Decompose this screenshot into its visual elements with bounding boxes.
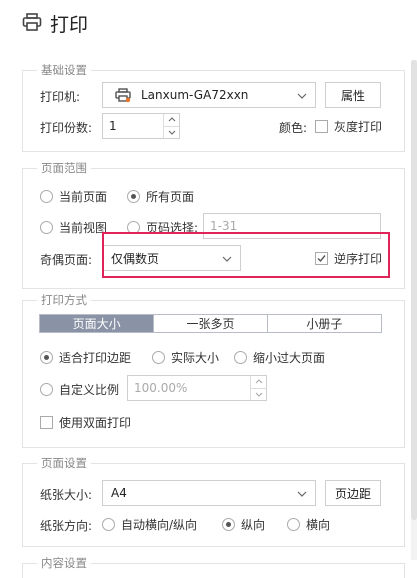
grayscale-checkbox[interactable]: 灰度打印 xyxy=(315,118,382,135)
radio-current-view[interactable]: 当前视图 xyxy=(40,219,107,236)
radio-fit-margin-label: 适合打印边距 xyxy=(59,351,132,365)
radio-fit-margin-circle[interactable] xyxy=(40,351,53,364)
radio-landscape[interactable]: 横向 xyxy=(287,516,330,533)
printer-small-icon xyxy=(115,88,131,106)
grayscale-check-box[interactable] xyxy=(315,120,328,133)
radio-shrink-large-circle[interactable] xyxy=(234,351,247,364)
radio-auto-orientation-circle[interactable] xyxy=(102,518,115,531)
radio-portrait-label: 纵向 xyxy=(241,518,266,532)
odd-even-label: 奇偶页面: xyxy=(40,253,93,267)
content-settings-group: 内容设置 xyxy=(22,556,405,578)
printer-select-value: Lanxum-GA72xxn xyxy=(141,88,249,102)
radio-current-view-circle[interactable] xyxy=(40,221,53,234)
radio-current-page[interactable]: 当前页面 xyxy=(40,188,107,205)
duplex-checkbox[interactable]: 使用双面打印 xyxy=(40,414,131,431)
orientation-label: 纸张方向: xyxy=(40,519,93,533)
radio-shrink-large-label: 缩小过大页面 xyxy=(253,351,326,365)
custom-scale-stepper[interactable]: 100.00% xyxy=(127,375,267,401)
printer-label: 打印机: xyxy=(40,90,81,104)
page-setup-legend: 页面设置 xyxy=(37,456,91,470)
radio-actual-size-circle[interactable] xyxy=(152,351,165,364)
copies-stepper[interactable]: 1 xyxy=(102,113,180,139)
chevron-down-icon xyxy=(297,88,307,102)
scale-decrement-button[interactable] xyxy=(251,389,266,401)
duplex-label: 使用双面打印 xyxy=(59,416,132,430)
custom-scale-spin[interactable] xyxy=(250,376,266,400)
tab-multi-page[interactable]: 一张多页 xyxy=(154,315,268,332)
print-mode-tabs: 页面大小 一张多页 小册子 xyxy=(39,314,382,333)
radio-auto-orientation[interactable]: 自动横向/纵向 xyxy=(102,516,197,533)
paper-size-label: 纸张大小: xyxy=(40,488,93,502)
radio-custom-scale[interactable]: 自定义比例 xyxy=(40,381,119,398)
radio-all-pages[interactable]: 所有页面 xyxy=(127,188,194,205)
color-label: 颜色: xyxy=(279,121,308,135)
radio-fit-margin[interactable]: 适合打印边距 xyxy=(40,349,131,366)
chevron-down-icon xyxy=(297,486,307,500)
radio-actual-size-label: 实际大小 xyxy=(171,351,220,365)
scale-increment-button[interactable] xyxy=(251,376,266,389)
grayscale-label: 灰度打印 xyxy=(334,120,383,134)
radio-all-pages-label: 所有页面 xyxy=(146,190,195,204)
copies-label: 打印份数: xyxy=(40,121,93,135)
page-select-placeholder: 1-31 xyxy=(210,219,238,233)
print-mode-legend: 打印方式 xyxy=(37,293,91,307)
radio-all-pages-circle[interactable] xyxy=(127,190,140,203)
radio-shrink-large[interactable]: 缩小过大页面 xyxy=(234,349,325,366)
copies-decrement-button[interactable] xyxy=(164,127,179,139)
paper-size-value: A4 xyxy=(111,486,127,500)
copies-value: 1 xyxy=(109,119,117,133)
radio-custom-scale-circle[interactable] xyxy=(40,383,53,396)
radio-current-page-label: 当前页面 xyxy=(59,190,108,204)
printer-properties-button[interactable]: 属性 xyxy=(325,82,381,108)
radio-auto-orientation-label: 自动横向/纵向 xyxy=(121,518,198,532)
radio-portrait-circle[interactable] xyxy=(222,518,235,531)
dialog-title: 打印 xyxy=(22,8,88,38)
copies-increment-button[interactable] xyxy=(164,114,179,127)
scrollbar-thumb[interactable] xyxy=(411,60,417,520)
duplex-check-box[interactable] xyxy=(40,416,53,429)
scrollbar[interactable] xyxy=(411,60,417,560)
paper-size-select[interactable]: A4 xyxy=(102,480,316,506)
basic-settings-legend: 基础设置 xyxy=(37,63,91,77)
radio-current-page-circle[interactable] xyxy=(40,190,53,203)
radio-landscape-label: 横向 xyxy=(306,518,331,532)
content-settings-legend: 内容设置 xyxy=(37,556,91,570)
radio-current-view-label: 当前视图 xyxy=(59,221,108,235)
tab-page-size[interactable]: 页面大小 xyxy=(40,315,155,332)
margin-button[interactable]: 页边距 xyxy=(325,480,381,506)
printer-select[interactable]: Lanxum-GA72xxn xyxy=(102,82,316,108)
tab-booklet[interactable]: 小册子 xyxy=(268,315,381,332)
radio-custom-scale-label: 自定义比例 xyxy=(59,383,120,397)
page-range-legend: 页面范围 xyxy=(37,161,91,175)
page-title: 打印 xyxy=(50,13,89,36)
printer-icon xyxy=(22,12,42,34)
radio-landscape-circle[interactable] xyxy=(287,518,300,531)
custom-scale-value: 100.00% xyxy=(134,381,188,395)
radio-actual-size[interactable]: 实际大小 xyxy=(152,349,219,366)
highlight-box xyxy=(102,232,390,278)
copies-spin[interactable] xyxy=(163,114,179,138)
radio-portrait[interactable]: 纵向 xyxy=(222,516,265,533)
